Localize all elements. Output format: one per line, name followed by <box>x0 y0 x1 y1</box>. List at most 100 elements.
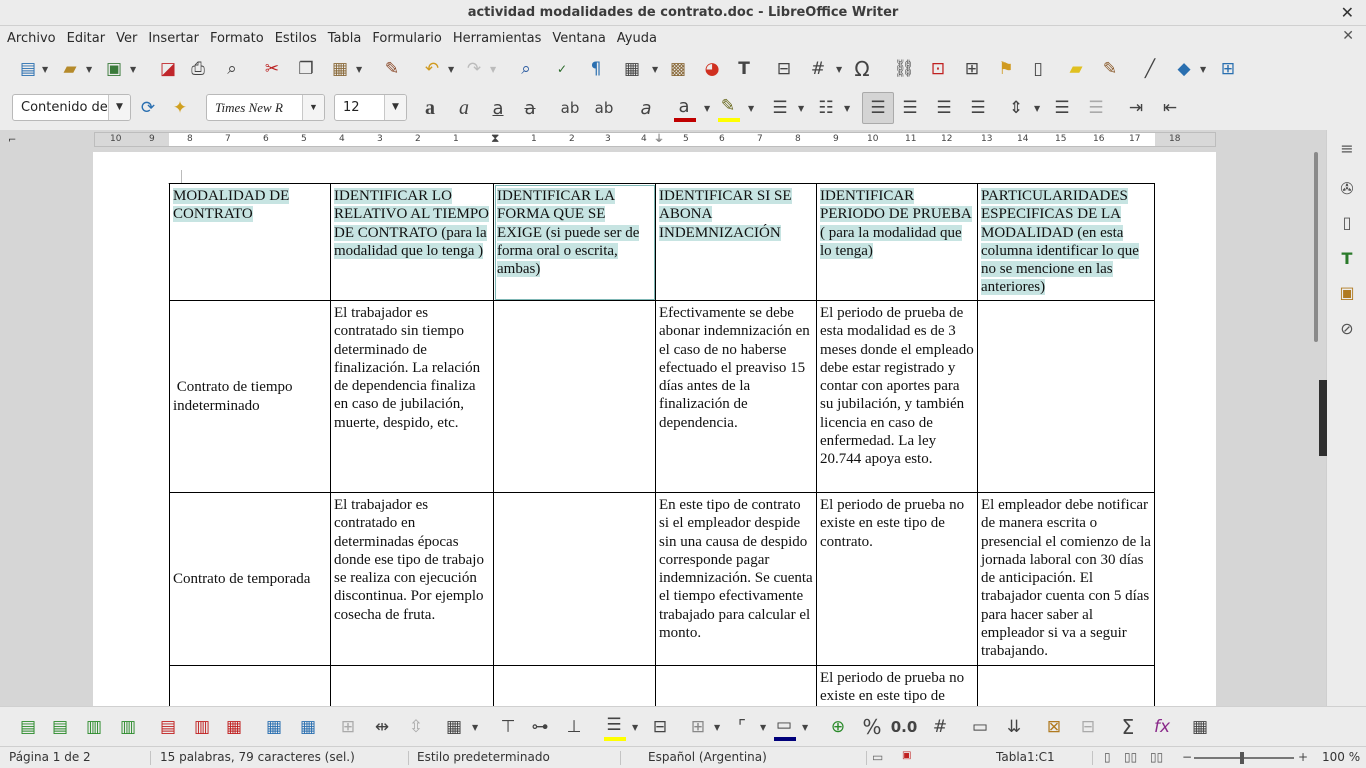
optimize-size-icon[interactable]: ▦ <box>442 715 466 739</box>
redo-dropdown-icon[interactable]: ▼ <box>490 65 496 74</box>
status-table-cell[interactable]: Tabla1:C1 <box>996 750 1055 764</box>
properties-wrench-icon[interactable]: ✇ <box>1335 176 1359 200</box>
insert-columns-after-icon[interactable]: ▥ <box>116 715 140 739</box>
open-folder-icon[interactable]: ▰ <box>58 57 82 81</box>
clone-formatting-icon[interactable]: ✎ <box>380 57 404 81</box>
border-color-dropdown-icon[interactable]: ▼ <box>802 723 808 732</box>
single-page-view-icon[interactable]: ▯ <box>1104 750 1111 764</box>
borders-icon[interactable]: ⊞ <box>686 715 710 739</box>
header-footer-icon[interactable]: ▯ <box>1026 57 1050 81</box>
table-cell-background-icon[interactable]: ☰ <box>602 713 626 737</box>
bookmark-icon[interactable]: ⚑ <box>994 57 1018 81</box>
track-changes-icon[interactable]: ✎ <box>1098 57 1122 81</box>
new-style-icon[interactable]: ✦ <box>168 96 192 120</box>
table-cell-selected[interactable]: IDENTIFICAR LA FORMA QUE SE EXIGE (si pu… <box>493 183 656 301</box>
chevron-down-icon[interactable]: ▼ <box>108 95 130 120</box>
insert-rows-below-icon[interactable]: ▤ <box>48 715 72 739</box>
select-table-icon[interactable]: ▦ <box>296 715 320 739</box>
menu-ventana[interactable]: Ventana <box>551 31 613 46</box>
delete-columns-icon[interactable]: ▥ <box>190 715 214 739</box>
font-name-combo[interactable]: Times New R ▼ <box>206 94 325 121</box>
field-dropdown-icon[interactable]: ▼ <box>836 65 842 74</box>
zoom-in-icon[interactable]: + <box>1298 750 1308 764</box>
basic-shapes-icon[interactable]: ◆ <box>1172 57 1196 81</box>
save-icon[interactable]: ▣ <box>102 57 126 81</box>
table-cell[interactable]: Contrato de tiempo indeterminado <box>169 300 331 493</box>
align-center-icon[interactable]: ☰ <box>898 96 922 120</box>
table-cell[interactable]: IDENTIFICAR SI SE ABONA INDEMNIZACIÓN <box>655 183 817 301</box>
table-properties-icon[interactable]: ▦ <box>1188 715 1212 739</box>
superscript-icon[interactable]: ab <box>558 96 582 120</box>
paste-dropdown-icon[interactable]: ▼ <box>356 65 362 74</box>
scrollbar-thumb[interactable] <box>1314 152 1318 342</box>
menu-estilos[interactable]: Estilos <box>274 31 325 46</box>
insert-columns-before-icon[interactable]: ▥ <box>82 715 106 739</box>
justify-icon[interactable]: ☰ <box>966 96 990 120</box>
insert-mode-icon[interactable]: ▭ <box>872 750 883 764</box>
menu-formulario[interactable]: Formulario <box>371 31 449 46</box>
sidebar-collapse-handle[interactable] <box>1319 380 1327 456</box>
styles-icon[interactable]: T <box>1335 246 1359 270</box>
increase-paragraph-spacing-icon[interactable]: ☰ <box>1050 96 1074 120</box>
insert-rows-above-icon[interactable]: ▤ <box>16 715 40 739</box>
table-cell[interactable]: El empleador debe notificar de manera es… <box>977 492 1155 666</box>
book-view-icon[interactable]: ▯▯ <box>1150 750 1163 764</box>
menu-editar[interactable]: Editar <box>66 31 114 46</box>
page-break-icon[interactable]: ⊟ <box>772 57 796 81</box>
hyperlink-icon[interactable]: ⛓ <box>892 57 916 81</box>
table-cell[interactable]: El periodo de prueba de esta modalidad e… <box>816 300 978 493</box>
print-preview-icon[interactable]: ⌕ <box>220 57 244 81</box>
align-top-icon[interactable]: ⊤ <box>496 715 520 739</box>
border-color-icon[interactable]: ▭ <box>772 713 796 737</box>
menu-ver[interactable]: Ver <box>115 31 145 46</box>
insert-image-icon[interactable]: ▩ <box>666 57 690 81</box>
decrease-paragraph-spacing-icon[interactable]: ☰ <box>1084 96 1108 120</box>
table-cell[interactable]: El trabajador es contratado sin tiempo d… <box>330 300 494 493</box>
formatting-marks-icon[interactable]: ¶ <box>584 57 608 81</box>
percent-format-icon[interactable]: % <box>860 715 884 739</box>
menu-archivo[interactable]: Archivo <box>6 31 64 46</box>
menu-tabla[interactable]: Tabla <box>327 31 370 46</box>
document-modified-icon[interactable]: ▣ <box>902 750 911 761</box>
insert-textbox-icon[interactable]: T <box>732 57 756 81</box>
line-spacing-icon[interactable]: ⇕ <box>1004 96 1028 120</box>
italic-icon[interactable]: a <box>452 96 476 120</box>
insert-chart-icon[interactable]: ◕ <box>700 57 724 81</box>
menu-formato[interactable]: Formato <box>209 31 272 46</box>
numbering-dropdown-icon[interactable]: ▼ <box>844 104 850 113</box>
table-cell[interactable]: PARTICULARIDADES ESPECIFICAS DE LA MODAL… <box>977 183 1155 301</box>
save-dropdown-icon[interactable]: ▼ <box>130 65 136 74</box>
font-size-combo[interactable]: 12 ▼ <box>334 94 407 121</box>
chevron-down-icon[interactable]: ▼ <box>302 95 324 120</box>
table-cell[interactable]: Contrato de temporada <box>169 492 331 666</box>
insert-field-icon[interactable]: # <box>806 57 830 81</box>
find-replace-icon[interactable]: ⌕ <box>514 57 538 81</box>
split-cells-icon[interactable]: ⇹ <box>370 715 394 739</box>
align-right-icon[interactable]: ☰ <box>932 96 956 120</box>
page-icon[interactable]: ▯ <box>1335 210 1359 234</box>
open-dropdown-icon[interactable]: ▼ <box>86 65 92 74</box>
highlighting-icon[interactable]: ✎ <box>716 94 740 118</box>
autoformat-icon[interactable]: ⊟ <box>648 715 672 739</box>
highlight-dropdown-icon[interactable]: ▼ <box>748 104 754 113</box>
table-cell[interactable] <box>493 492 656 666</box>
redo-icon[interactable]: ↷ <box>462 57 486 81</box>
footnote-icon[interactable]: ⊡ <box>926 57 950 81</box>
bullet-list-icon[interactable]: ☰ <box>768 96 792 120</box>
cut-icon[interactable]: ✂ <box>260 57 284 81</box>
navigator-icon[interactable]: ⊘ <box>1335 316 1359 340</box>
zoom-slider-track[interactable] <box>1194 757 1294 759</box>
undo-dropdown-icon[interactable]: ▼ <box>448 65 454 74</box>
ruler-indent-marker[interactable]: ⧗ <box>491 132 499 145</box>
table-cell[interactable]: El periodo de prueba no existe en este t… <box>816 665 978 711</box>
status-zoom[interactable]: 100 % <box>1322 750 1360 764</box>
status-page[interactable]: Página 1 de 2 <box>9 750 91 764</box>
align-left-icon[interactable]: ☰ <box>862 92 894 124</box>
decrease-indent-icon[interactable]: ⇤ <box>1158 96 1182 120</box>
borders-dropdown-icon[interactable]: ▼ <box>714 723 720 732</box>
table-cell[interactable] <box>169 665 331 711</box>
draw-functions-icon[interactable]: ⊞ <box>1216 57 1240 81</box>
status-page-style[interactable]: Estilo predeterminado <box>417 750 550 764</box>
tab-stop-selector[interactable]: ⌐ <box>8 135 16 146</box>
clear-formatting-icon[interactable]: a <box>634 96 658 120</box>
